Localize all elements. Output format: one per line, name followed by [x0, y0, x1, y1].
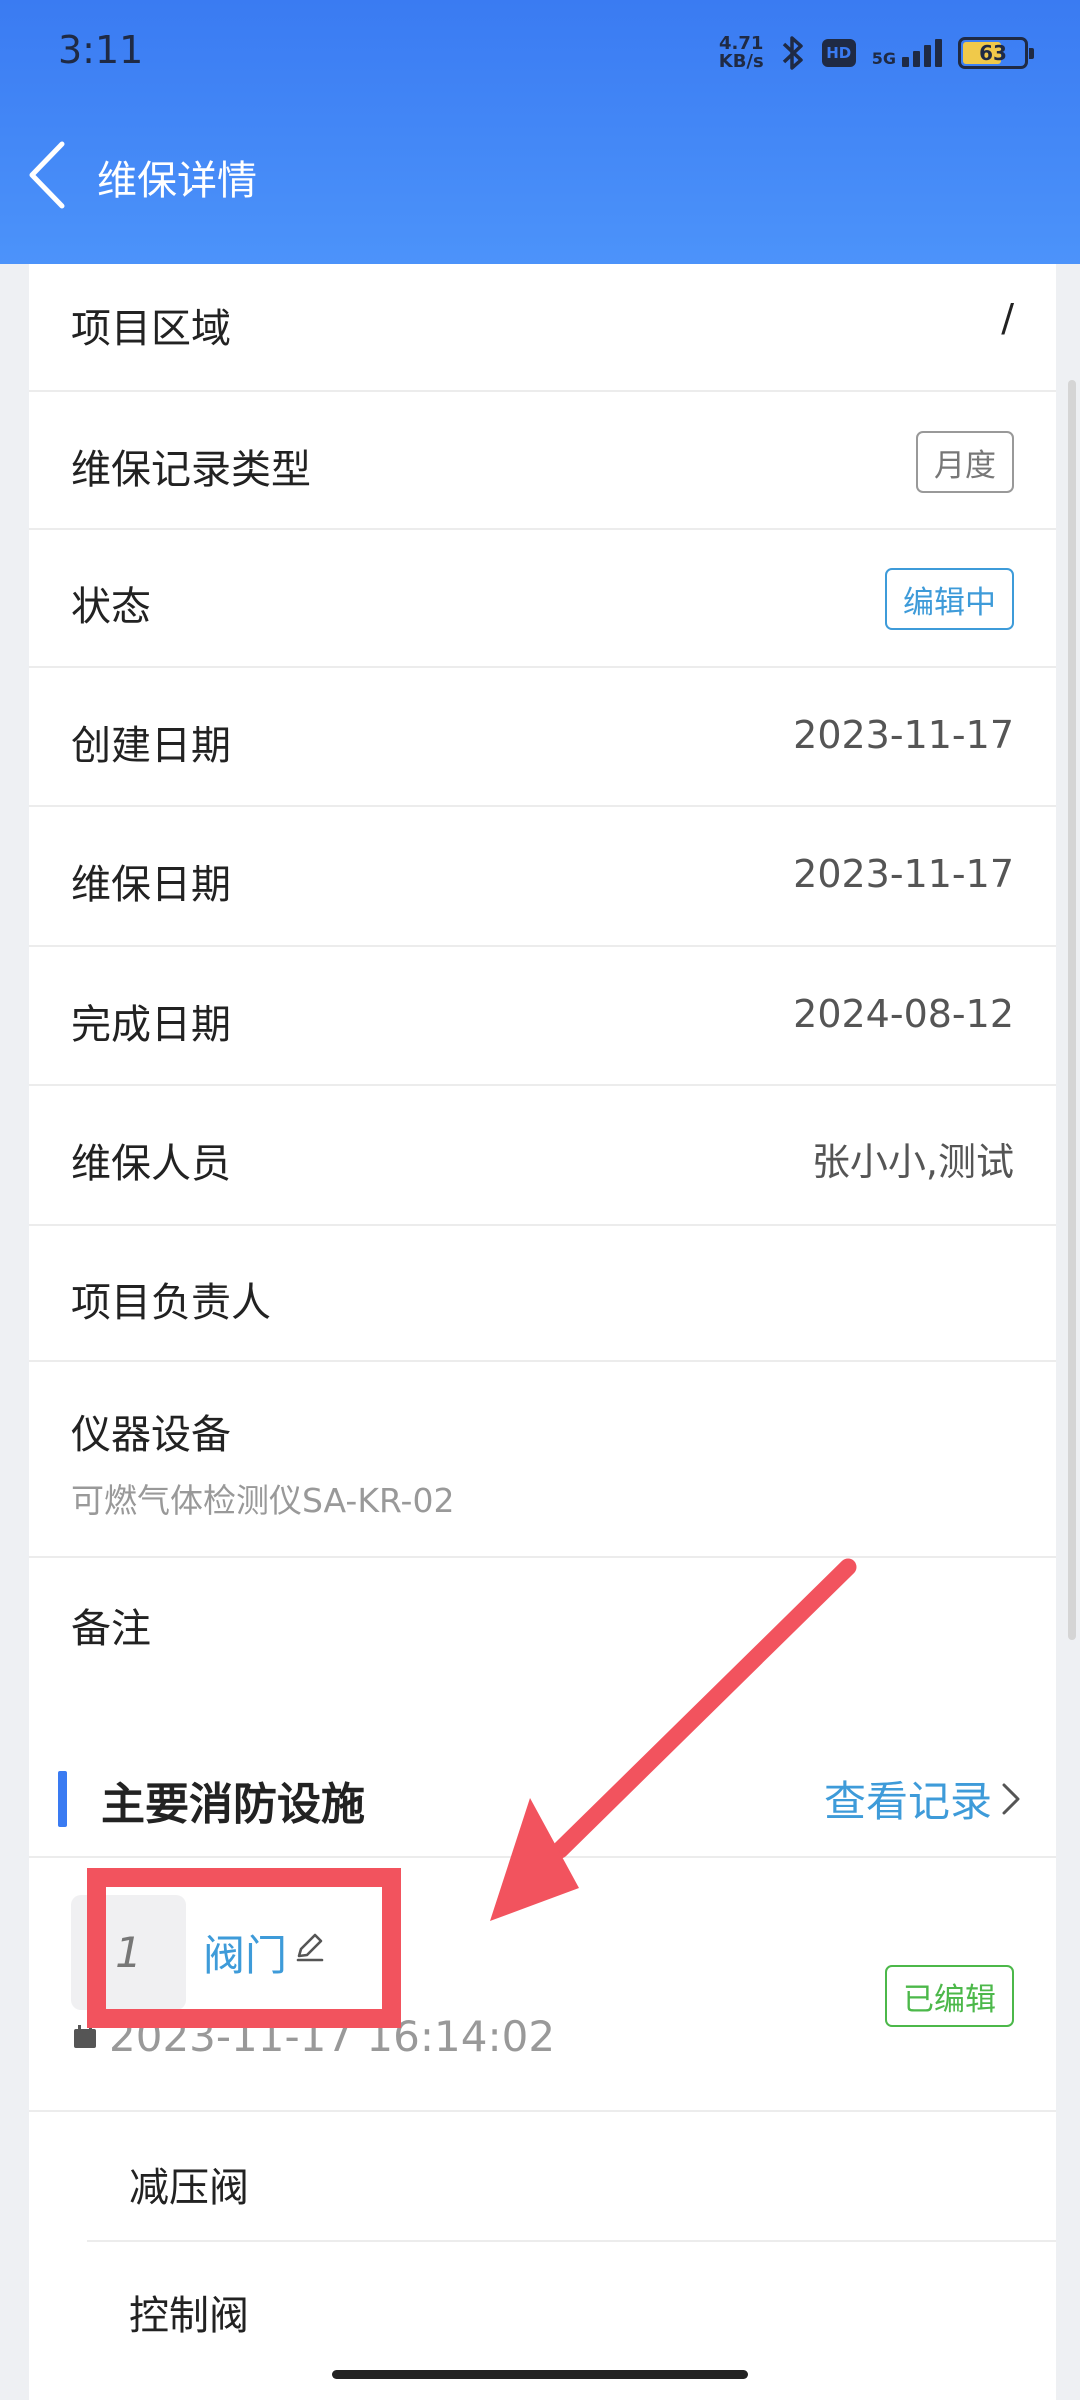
calendar-icon [74, 2025, 96, 2048]
record-type-tag: 月度 [916, 431, 1014, 493]
status-time: 3:11 [58, 28, 144, 72]
detail-row-project-area: 项目区域 / [29, 264, 1056, 392]
row-label: 状态 [71, 584, 151, 630]
sub-item-control-valve[interactable]: 控制阀 [129, 2283, 249, 2341]
row-label: 项目区域 [71, 306, 231, 352]
sub-item-pressure-reducing-valve[interactable]: 减压阀 [129, 2155, 249, 2213]
row-label: 项目负责人 [71, 1280, 271, 1326]
row-label: 仪器设备 [71, 1412, 231, 1458]
status-badge: 编辑中 [885, 568, 1014, 630]
page-title: 维保详情 [97, 158, 257, 204]
row-value: / [1001, 296, 1014, 340]
row-value: 张小小,测试 [811, 1140, 1014, 1184]
row-label: 维保人员 [71, 1141, 231, 1187]
chevron-right-icon [1002, 1783, 1020, 1814]
row-label: 完成日期 [71, 1002, 231, 1048]
status-bar: 3:11 4.71 KB/s HD 5G 63 [0, 0, 1080, 110]
app-header: 3:11 4.71 KB/s HD 5G 63 维保详情 [0, 0, 1080, 264]
signal-bar [902, 57, 909, 67]
detail-row-project-lead: 项目负责人 [29, 1226, 1056, 1362]
row-value: 2023-11-17 [793, 852, 1014, 896]
facility-status-badge: 已编辑 [885, 1965, 1014, 2027]
signal-bar [924, 45, 931, 67]
hd-icon: HD [821, 39, 856, 67]
detail-row-completed-date: 完成日期 2024-08-12 [29, 947, 1056, 1086]
section-accent-bar [58, 1771, 67, 1827]
nav-bar: 维保详情 [0, 130, 1080, 220]
network-speed: 4.71 KB/s [719, 35, 764, 71]
row-value: 2023-11-17 [793, 713, 1014, 757]
row-label: 维保日期 [71, 862, 231, 908]
row-label: 创建日期 [71, 723, 231, 769]
battery-icon: 63 [958, 37, 1034, 69]
home-indicator[interactable] [332, 2370, 748, 2379]
detail-row-maintenance-staff: 维保人员 张小小,测试 [29, 1086, 1056, 1226]
row-value: 2024-08-12 [793, 992, 1014, 1036]
sub-item-divider [87, 2240, 1056, 2242]
row-label: 维保记录类型 [71, 447, 311, 493]
view-record-link[interactable]: 查看记录 [824, 1768, 1022, 1829]
row-sub-value: 可燃气体检测仪SA-KR-02 [71, 1481, 455, 1520]
row-label: 备注 [71, 1606, 151, 1652]
section-divider [29, 1856, 1056, 1858]
signal-icon: 5G [872, 39, 942, 67]
detail-row-instruments: 仪器设备 可燃气体检测仪SA-KR-02 [29, 1362, 1056, 1558]
scrollbar[interactable] [1068, 380, 1076, 1640]
battery-level: 63 [979, 41, 1007, 65]
signal-bar [935, 39, 942, 67]
bluetooth-icon [782, 36, 803, 70]
back-arrow-icon[interactable] [22, 138, 82, 212]
signal-label: 5G [871, 49, 896, 68]
detail-row-maintenance-date: 维保日期 2023-11-17 [29, 807, 1056, 947]
detail-row-record-type: 维保记录类型 月度 [29, 392, 1056, 530]
detail-row-created-date: 创建日期 2023-11-17 [29, 668, 1056, 807]
annotation-highlight-box [87, 1868, 401, 2028]
detail-card: 项目区域 / 维保记录类型 月度 状态 编辑中 创建日期 2023-11-17 … [29, 264, 1056, 1692]
detail-row-status: 状态 编辑中 [29, 530, 1056, 668]
section-title: 主要消防设施 [101, 1779, 365, 1830]
status-icons: 4.71 KB/s HD 5G 63 [719, 30, 1034, 76]
item-divider [29, 2110, 1056, 2112]
view-record-label: 查看记录 [823, 1777, 992, 1826]
signal-bar [913, 51, 920, 67]
network-speed-unit: KB/s [718, 51, 764, 72]
battery-nub [1029, 48, 1034, 59]
